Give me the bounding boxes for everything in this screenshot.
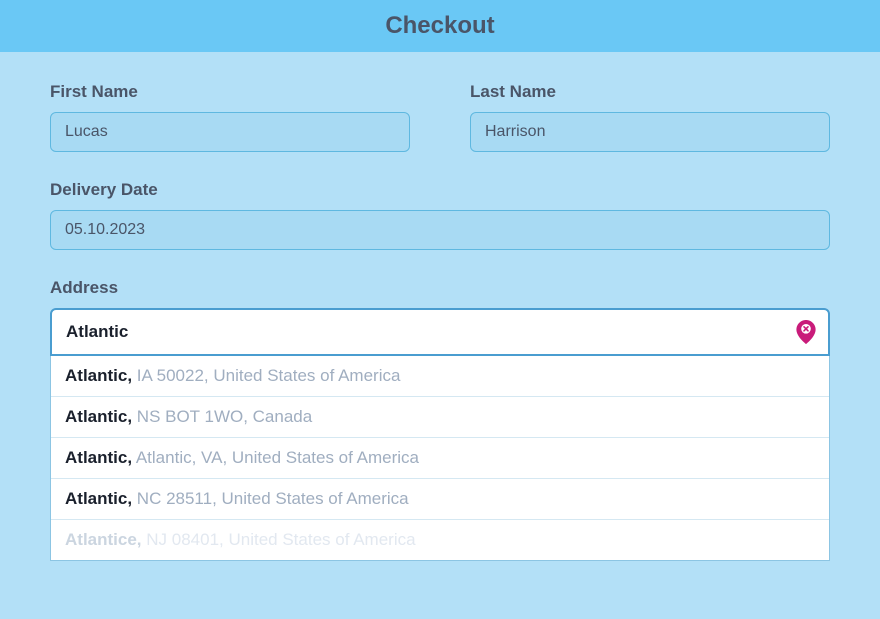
location-pin-clear-icon[interactable] — [796, 320, 816, 344]
page-header: Checkout — [0, 0, 880, 52]
suggestion-match-text: Atlantic, — [65, 489, 132, 508]
address-suggestion-item[interactable]: Atlantic, NC 28511, United States of Ame… — [51, 479, 829, 520]
address-input[interactable] — [50, 308, 830, 356]
delivery-date-label: Delivery Date — [50, 180, 830, 200]
address-suggestion-item[interactable]: Atlantic, Atlantic, VA, United States of… — [51, 438, 829, 479]
address-suggestion-item[interactable]: Atlantic, NS BOT 1WO, Canada — [51, 397, 829, 438]
suggestion-match-text: Atlantic, — [65, 366, 132, 385]
suggestion-match-text: Atlantice, — [65, 530, 142, 549]
first-name-label: First Name — [50, 82, 410, 102]
address-suggestions-dropdown: Atlantic, IA 50022, United States of Ame… — [50, 356, 830, 561]
suggestion-rest-text: Atlantic, VA, United States of America — [132, 448, 419, 467]
address-suggestion-item[interactable]: Atlantic, IA 50022, United States of Ame… — [51, 356, 829, 397]
last-name-label: Last Name — [470, 82, 830, 102]
address-autocomplete: Atlantic, IA 50022, United States of Ame… — [50, 308, 830, 561]
delivery-date-field: Delivery Date — [50, 180, 830, 250]
suggestion-rest-text: NC 28511, United States of America — [132, 489, 409, 508]
suggestion-rest-text: NJ 08401, United States of America — [142, 530, 416, 549]
first-name-field: First Name — [50, 82, 410, 152]
address-suggestion-item[interactable]: Atlantice, NJ 08401, United States of Am… — [51, 520, 829, 560]
address-field: Address Atlantic, IA 50022, United State… — [50, 278, 830, 561]
suggestion-rest-text: NS BOT 1WO, Canada — [132, 407, 312, 426]
last-name-input[interactable] — [470, 112, 830, 152]
name-row: First Name Last Name — [50, 82, 830, 152]
page-title: Checkout — [0, 12, 880, 40]
last-name-field: Last Name — [470, 82, 830, 152]
first-name-input[interactable] — [50, 112, 410, 152]
suggestion-match-text: Atlantic, — [65, 407, 132, 426]
suggestion-match-text: Atlantic, — [65, 448, 132, 467]
delivery-date-input[interactable] — [50, 210, 830, 250]
checkout-form: First Name Last Name Delivery Date Addre… — [0, 52, 880, 619]
address-label: Address — [50, 278, 830, 298]
suggestion-rest-text: IA 50022, United States of America — [132, 366, 400, 385]
